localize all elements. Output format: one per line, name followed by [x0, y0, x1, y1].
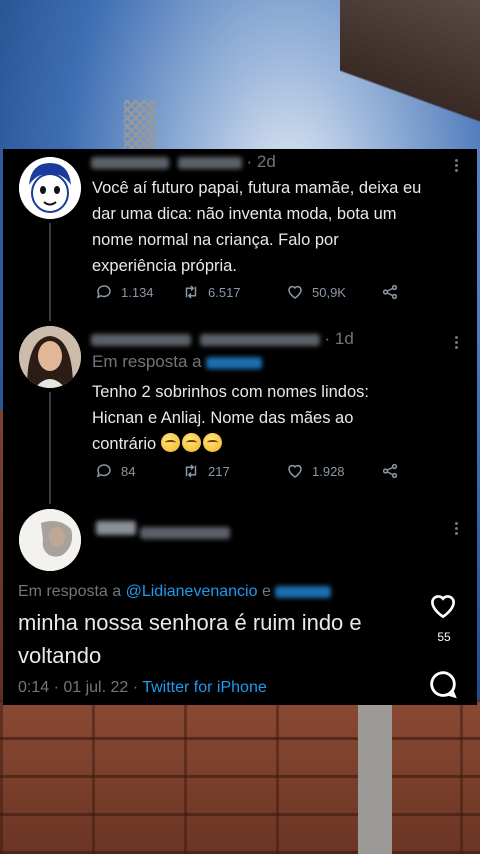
thread-line-2: [49, 392, 51, 504]
timestamp[interactable]: 0:14 · 01 jul. 22 ·: [18, 679, 142, 696]
blurred-handle: [199, 333, 320, 346]
tweet2-line: Tenho 2 sobrinhos com nomes lindos:: [92, 383, 369, 401]
retweet-button[interactable]: 6.517: [182, 283, 286, 301]
reply-icon: [96, 464, 111, 478]
reel-like-button[interactable]: 55: [426, 590, 462, 644]
tweet2-line: contrário: [92, 435, 157, 453]
tweet1-line: experiência própria.: [92, 257, 237, 275]
reel-comment-button[interactable]: [426, 667, 462, 701]
like-count: 1.928: [312, 463, 345, 479]
blurred-display-name: [91, 333, 191, 346]
like-button[interactable]: 1.928: [286, 462, 381, 480]
relieved-face-emoji-icon: [160, 433, 180, 452]
tweet1-line: nome normal na criança. Falo por: [92, 231, 339, 249]
comment-icon: [430, 671, 457, 699]
reply-count: 1.134: [121, 284, 154, 300]
like-button[interactable]: 50,9K: [286, 283, 381, 301]
tweet1-header: · 2d: [91, 152, 276, 172]
reply-prefix: Em resposta a: [18, 583, 122, 600]
share-button[interactable]: [381, 462, 399, 480]
antenna-tower: [124, 100, 156, 150]
heart-icon: [430, 595, 456, 619]
tweet2-line-with-emoji: contrário: [92, 431, 462, 457]
reel-like-count: 55: [437, 630, 451, 644]
blurred-handle: [140, 527, 231, 539]
main-tweet-avatar[interactable]: [19, 509, 81, 571]
relieved-face-emoji-icon: [202, 433, 222, 452]
retweet-icon: [185, 285, 197, 299]
tweet1-age: 2d: [256, 152, 276, 171]
tweet2-age: 1d: [334, 329, 354, 348]
like-count: 50,9K: [312, 284, 346, 300]
blurred-reply-handle[interactable]: [275, 585, 332, 598]
thread-line-1: [49, 223, 51, 321]
reply-prefix: Em resposta a: [92, 352, 202, 371]
main-tweet-author: [96, 517, 231, 539]
main-tweet-text: minha nossa senhora é ruim indo e voltan…: [18, 606, 438, 672]
retweet-icon: [185, 464, 197, 478]
tweet1-avatar[interactable]: [19, 157, 81, 219]
concrete-pillar: [358, 705, 392, 854]
retweet-count: 217: [208, 463, 230, 479]
heart-icon: [288, 464, 302, 478]
blurred-display-name: [96, 521, 136, 535]
reply-and: e: [261, 583, 271, 600]
reply-button[interactable]: 1.134: [95, 283, 182, 301]
blurred-reply-handle[interactable]: [206, 356, 263, 369]
relieved-face-emoji-icon: [181, 433, 201, 452]
blurred-display-name: [91, 156, 169, 169]
tweet1-line: dar uma dica: não inventa moda, bota um: [92, 205, 397, 223]
retweet-count: 6.517: [208, 284, 241, 300]
retweet-button[interactable]: 217: [182, 462, 286, 480]
share-button[interactable]: [381, 283, 399, 301]
tweet2-line: Hicnan e Anliaj. Nome das mães ao: [92, 409, 354, 427]
tweet1-line: Você aí futuro papai, futura mamãe, deix…: [92, 179, 422, 197]
main-reply-context: Em resposta a @Lidianevenancio e: [18, 583, 332, 601]
main-tweet-line: minha nossa senhora é ruim indo e: [18, 610, 362, 635]
source-link[interactable]: Twitter for iPhone: [142, 679, 267, 696]
tweet2-reply-context: Em resposta a: [92, 352, 263, 372]
share-icon: [382, 463, 398, 479]
tweet2-header: · 1d: [91, 329, 354, 349]
tweet2-actions: 84 217 1.928: [95, 462, 399, 480]
tweet1-text: Você aí futuro papai, futura mamãe, deix…: [92, 175, 462, 279]
blurred-handle: [177, 156, 242, 169]
tweet2-avatar[interactable]: [19, 326, 81, 388]
tweet-screenshot-card: · 2d Você aí futuro papai, futura mamãe,…: [3, 149, 477, 705]
share-icon: [382, 284, 398, 300]
reply-icon: [96, 285, 111, 299]
tweet1-more-icon[interactable]: [455, 157, 459, 174]
heart-icon: [288, 285, 302, 299]
user-photo-icon: [19, 326, 81, 388]
tweet1-actions: 1.134 6.517 50,9K: [95, 283, 399, 301]
tweet2-text: Tenho 2 sobrinhos com nomes lindos: Hicn…: [92, 379, 462, 457]
reply-button[interactable]: 84: [95, 462, 182, 480]
main-tweet-more-icon[interactable]: [455, 520, 459, 537]
reply-handle-link[interactable]: @Lidianevenancio: [126, 583, 258, 600]
tweet2-more-icon[interactable]: [455, 334, 459, 351]
reply-count: 84: [121, 463, 136, 479]
brick-wall-background: [0, 700, 480, 854]
main-tweet-line: voltando: [18, 643, 102, 668]
cartoon-avatar-icon: [19, 157, 81, 219]
main-tweet-meta: 0:14 · 01 jul. 22 · Twitter for iPhone: [18, 679, 267, 697]
roof-background: [340, 0, 480, 150]
user-photo-icon: [19, 509, 81, 571]
